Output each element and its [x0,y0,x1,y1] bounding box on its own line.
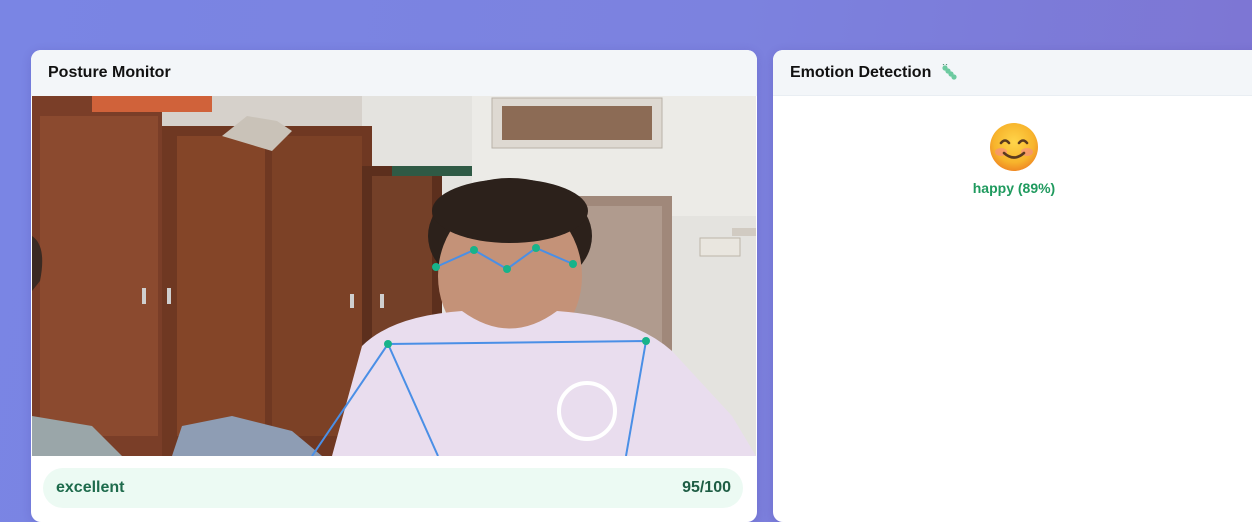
posture-card-title: Posture Monitor [48,64,171,81]
emotion-detection-card: Emotion Detection happy (89%) [773,50,1252,522]
emotion-result: happy (89%) [773,122,1252,196]
emotion-confidence: (89%) [1017,180,1056,196]
smiling-face-icon [989,122,1039,172]
caterpillar-icon [941,63,959,82]
camera-feed [32,96,756,456]
emotion-card-title: Emotion Detection [790,63,932,81]
posture-status: excellent [56,479,125,496]
emotion-name: happy [972,180,1014,196]
posture-status-bar: excellent 95/100 [43,468,743,508]
emotion-label: happy (89%) [973,180,1055,196]
emotion-card-header: Emotion Detection [773,50,1252,96]
posture-score: 95/100 [682,479,731,496]
posture-monitor-card: Posture Monitor excellent 95/100 [31,50,757,522]
posture-card-header: Posture Monitor [31,50,757,96]
